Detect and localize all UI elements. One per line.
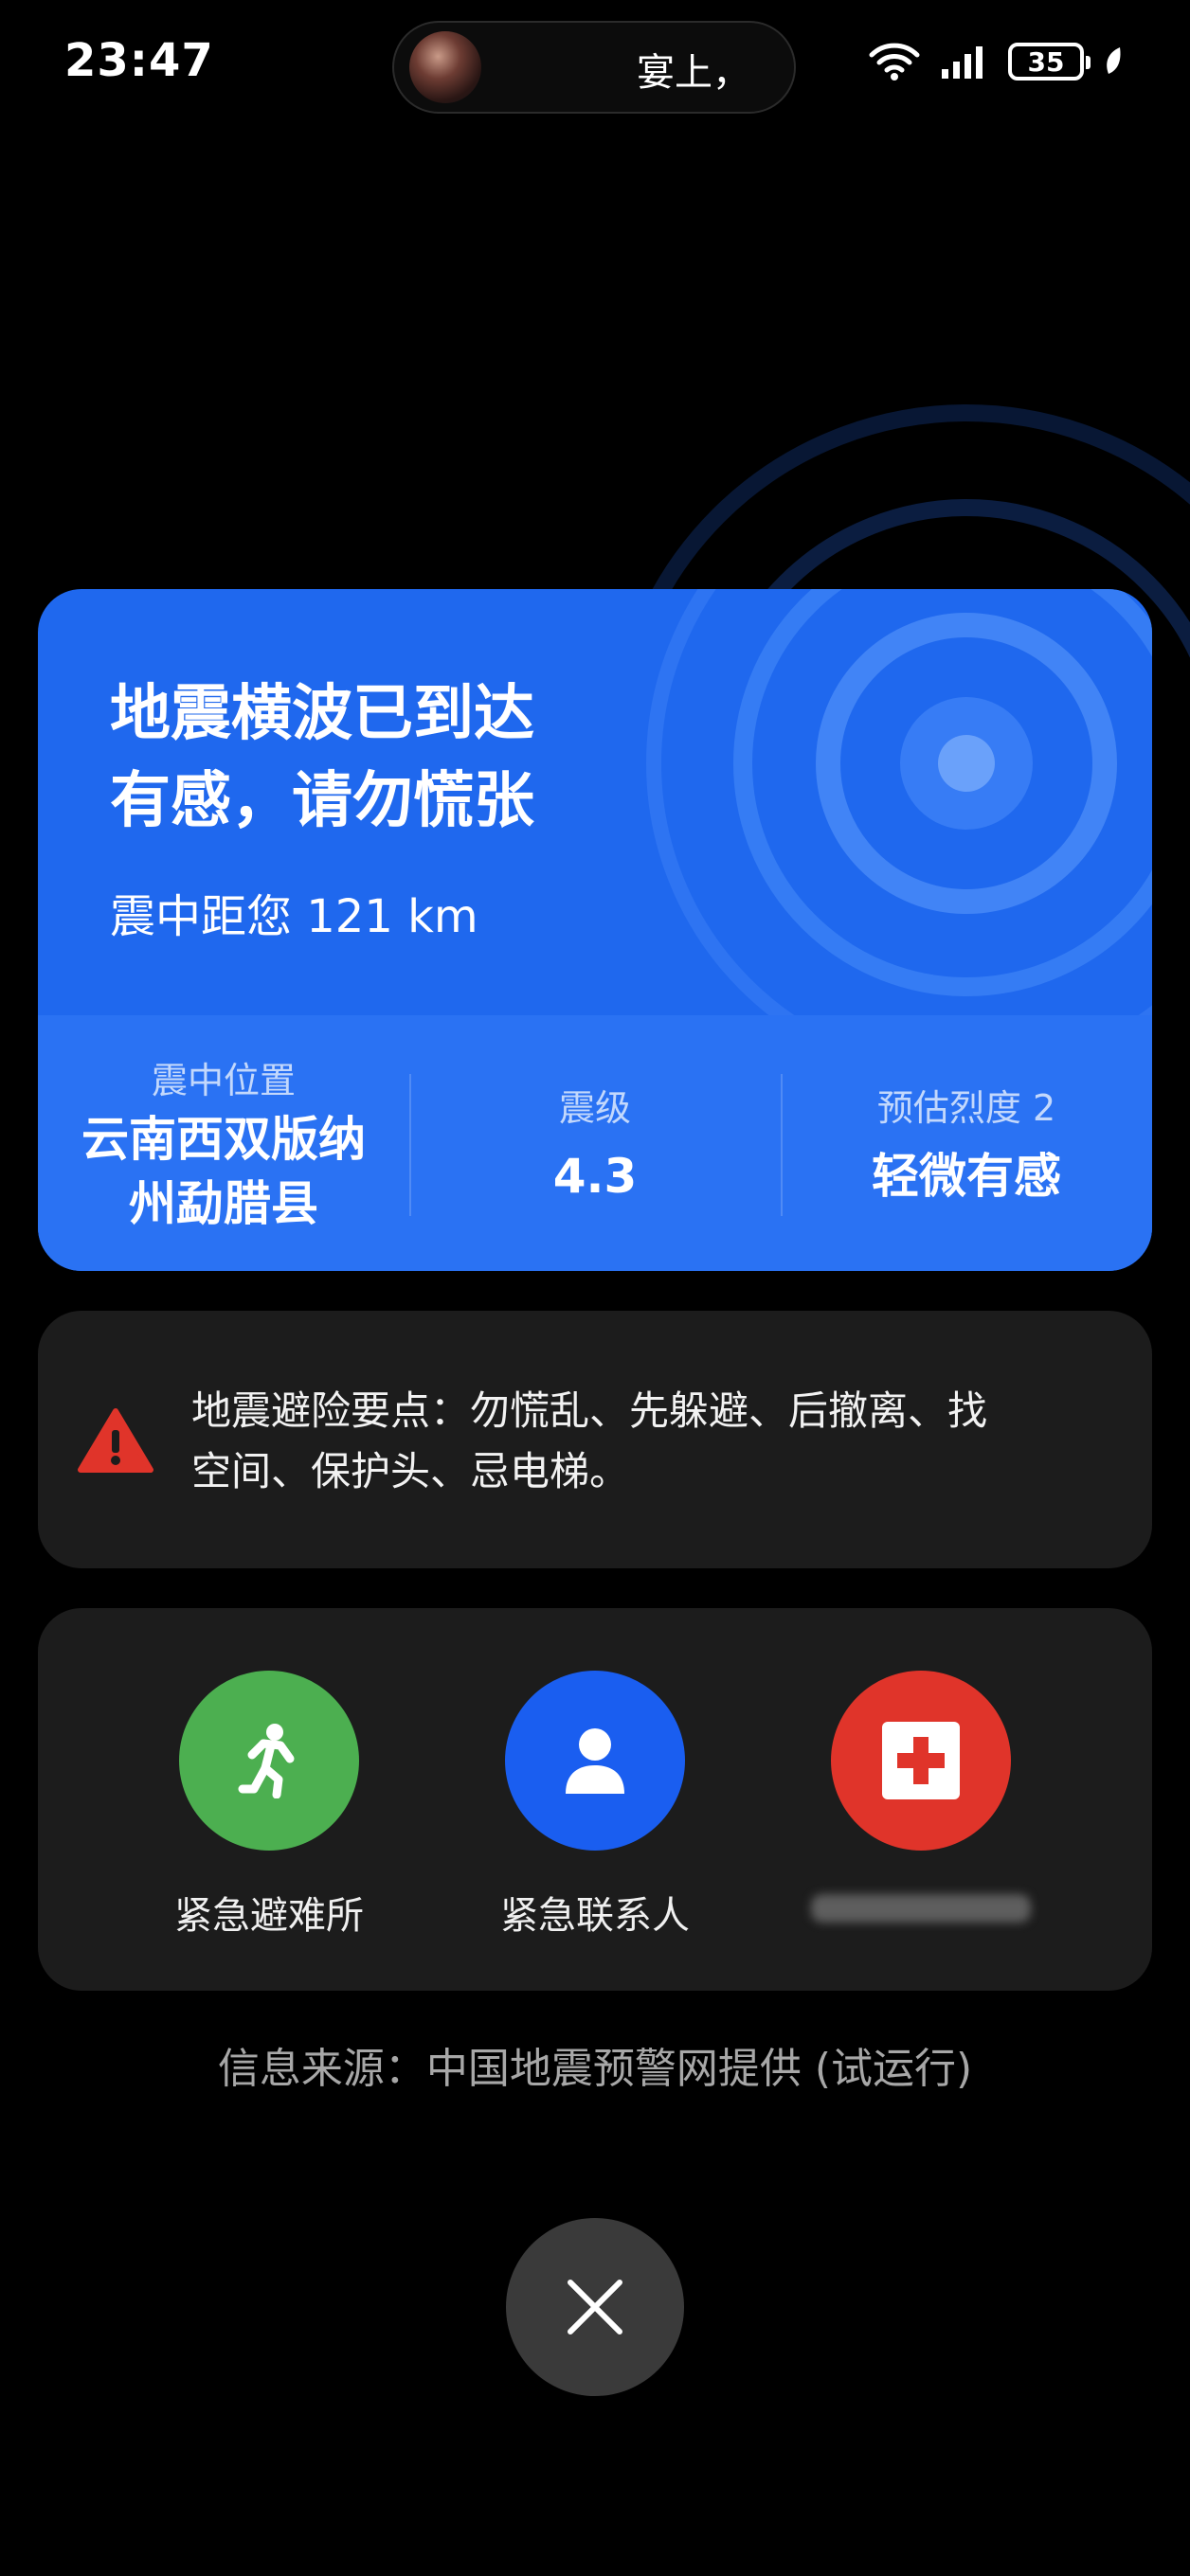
epicenter-label: 震中位置 [151, 1059, 296, 1101]
magnitude-label: 震级 [558, 1086, 631, 1129]
emergency-shelter-label: 紧急避难所 [174, 1894, 364, 1938]
epicenter-value-line2: 州勐腊县 [129, 1175, 318, 1231]
safety-tips-line2: 空间、保护头、忌电梯。 [191, 1448, 630, 1494]
emergency-contact-label: 紧急联系人 [500, 1894, 690, 1938]
alert-title-line2: 有感，请勿慌张 [110, 766, 534, 836]
safety-tips-card: 地震避险要点：勿慌乱、先躲避、后撤离、找 空间、保护头、忌电梯。 [38, 1311, 1152, 1568]
emergency-actions-card: 紧急避难所 紧急联系人 [38, 1608, 1152, 1991]
obscured-label [811, 1894, 1031, 1923]
intensity-value: 轻微有感 [872, 1148, 1061, 1204]
close-icon [568, 2280, 622, 2334]
radar-rings [622, 404, 1190, 663]
close-button[interactable] [506, 2218, 684, 2396]
epicenter-value: 云南西双版纳 州勐腊县 [81, 1107, 366, 1236]
emergency-contact-button[interactable]: 紧急联系人 [453, 1671, 737, 1940]
running-person-icon [238, 1724, 295, 1798]
epicenter-distance: 震中距您 121 km [110, 890, 478, 943]
person-icon [566, 1728, 624, 1794]
intensity-label: 预估烈度 2 [876, 1086, 1056, 1129]
info-source: 信息来源：中国地震预警网提供 (试运行) [217, 2045, 973, 2093]
first-aid-label-obscured [807, 1885, 1035, 1940]
first-aid-button[interactable] [779, 1671, 1063, 1940]
emergency-shelter-button[interactable]: 紧急避难所 [127, 1671, 411, 1940]
epicenter-location: 震中位置 云南西双版纳 州勐腊县 [38, 1015, 409, 1271]
alert-title-line1: 地震横波已到达 [110, 679, 534, 749]
safety-tips-line1: 地震避险要点：勿慌乱、先躲避、后撤离、找 [191, 1387, 988, 1434]
magnitude-value: 4.3 [552, 1148, 638, 1204]
magnitude: 震级 4.3 [409, 1015, 781, 1271]
safety-tips-text: 地震避险要点：勿慌乱、先躲避、后撤离、找 空间、保护头、忌电梯。 [191, 1381, 1120, 1502]
earthquake-details: 震中位置 云南西双版纳 州勐腊县 震级 4.3 预估烈度 2 轻微有感 [38, 1015, 1152, 1271]
action-circle-shelter [179, 1671, 359, 1851]
alert-title: 地震横波已到达 有感，请勿慌张 [110, 671, 534, 845]
estimated-intensity: 预估烈度 2 轻微有感 [781, 1015, 1152, 1271]
action-circle-contact [505, 1671, 685, 1851]
action-circle-first-aid [831, 1671, 1011, 1851]
earthquake-alert-card: 地震横波已到达 有感，请勿慌张 震中距您 121 km 震中位置 云南西双版纳 … [38, 589, 1152, 1271]
warning-icon [78, 1408, 153, 1473]
first-aid-icon [882, 1722, 960, 1799]
epicenter-value-line1: 云南西双版纳 [81, 1111, 366, 1167]
